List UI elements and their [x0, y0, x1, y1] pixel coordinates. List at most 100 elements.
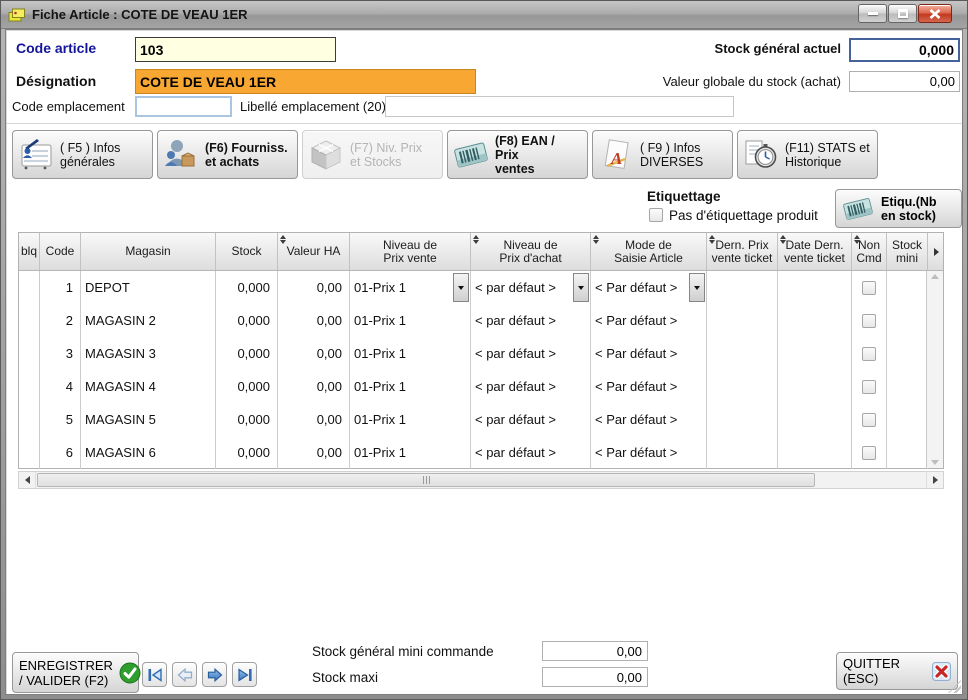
cell-stock-mini — [887, 370, 928, 403]
save-button[interactable]: ENREGISTRER / VALIDER (F2) — [12, 652, 139, 693]
infos-generales-button[interactable]: ( F5 ) Infos générales — [12, 130, 153, 179]
next-record-button[interactable] — [202, 662, 227, 687]
first-record-button[interactable] — [142, 662, 167, 687]
cell-mode-saisie: < Par défaut > — [591, 370, 707, 403]
cell-blq — [19, 271, 40, 304]
col-header-non-cmd[interactable]: Non Cmd — [852, 233, 887, 270]
mini-commande-input[interactable]: 0,00 — [542, 641, 648, 661]
fournisseurs-achats-button[interactable]: (F6) Fourniss. et achats — [157, 130, 298, 179]
sort-icon[interactable] — [280, 235, 286, 244]
etiquettes-button-label: Etiqu.(Nb en stock) — [881, 195, 937, 223]
sort-icon[interactable] — [780, 235, 786, 244]
minimize-button[interactable] — [858, 4, 887, 23]
non-cmd-checkbox[interactable] — [862, 413, 876, 427]
col-header-mode-saisie[interactable]: Mode de Saisie Article — [591, 233, 707, 270]
table-row[interactable]: 4 MAGASIN 4 0,000 0,00 01-Prix 1 < par d… — [19, 370, 943, 403]
scrollbar-thumb[interactable] — [37, 473, 815, 487]
column-scroll-right[interactable] — [928, 233, 945, 270]
last-record-icon — [234, 664, 256, 686]
cell-dern-prix — [707, 304, 778, 337]
col-header-blq[interactable]: blq — [19, 233, 40, 270]
supplier-box-icon — [162, 136, 200, 174]
sort-icon[interactable] — [709, 235, 715, 244]
horizontal-scrollbar[interactable] — [18, 471, 944, 489]
stats-historique-button[interactable]: (F11) STATS et Historique — [737, 130, 878, 179]
vertical-scrollbar[interactable] — [926, 271, 943, 468]
sort-icon[interactable] — [593, 235, 599, 244]
close-button[interactable] — [918, 4, 952, 23]
col-header-stock[interactable]: Stock — [216, 233, 278, 270]
cell-date-dern — [778, 271, 852, 304]
dropdown-button[interactable] — [573, 273, 589, 302]
valeur-globale-label: Valeur globale du stock (achat) — [566, 74, 841, 89]
cell-prix-vente: 01-Prix 1 — [350, 370, 471, 403]
col-header-dern-prix[interactable]: Dern. Prix vente ticket — [707, 233, 778, 270]
col-header-magasin[interactable]: Magasin — [81, 233, 216, 270]
etiquettes-button[interactable]: Etiqu.(Nb en stock) — [835, 189, 962, 228]
col-header-niveau-prix-achat[interactable]: Niveau de Prix d'achat — [471, 233, 591, 270]
libelle-emplacement-input[interactable] — [385, 96, 734, 117]
cell-date-dern — [778, 436, 852, 469]
save-button-label: ENREGISTRER / VALIDER (F2) — [19, 658, 113, 688]
scroll-right-button[interactable] — [926, 472, 943, 488]
previous-record-button[interactable] — [172, 662, 197, 687]
non-cmd-checkbox[interactable] — [862, 380, 876, 394]
col-header-stock-mini[interactable]: Stock mini — [887, 233, 928, 270]
stock-maxi-input[interactable]: 0,00 — [542, 667, 648, 687]
dropdown-button[interactable] — [453, 273, 469, 302]
scroll-right-icon — [933, 476, 938, 484]
cell-magasin: MAGASIN 4 — [81, 370, 216, 403]
non-cmd-checkbox[interactable] — [862, 314, 876, 328]
titlebar[interactable]: Fiche Article : COTE DE VEAU 1ER — [1, 1, 967, 29]
col-header-code[interactable]: Code — [40, 233, 81, 270]
cell-stock: 0,000 — [216, 403, 278, 436]
cell-blq — [19, 337, 40, 370]
notepad-person-icon — [17, 136, 55, 174]
scroll-down-icon[interactable] — [931, 460, 939, 465]
stock-table: blq Code Magasin Stock Valeur HA Niveau … — [18, 232, 944, 469]
cell-date-dern — [778, 337, 852, 370]
cell-stock-mini — [887, 271, 928, 304]
table-row[interactable]: 5 MAGASIN 5 0,000 0,00 01-Prix 1 < par d… — [19, 403, 943, 436]
chevron-down-icon — [578, 286, 584, 290]
last-record-button[interactable] — [232, 662, 257, 687]
next-record-icon — [204, 664, 226, 686]
maximize-button[interactable] — [888, 4, 917, 23]
code-emplacement-input[interactable] — [135, 96, 232, 117]
cell-non-cmd — [852, 337, 887, 370]
col-header-niveau-prix-vente[interactable]: Niveau de Prix vente — [350, 233, 471, 270]
designation-input[interactable]: COTE DE VEAU 1ER — [135, 69, 476, 94]
document-a-icon: A — [597, 136, 635, 174]
scroll-up-icon[interactable] — [931, 274, 939, 279]
cell-dern-prix — [707, 271, 778, 304]
ean-prix-ventes-button[interactable]: (F8) EAN / Prix ventes — [447, 130, 588, 179]
col-header-date-dern[interactable]: Date Dern. vente ticket — [778, 233, 852, 270]
sort-icon[interactable] — [854, 235, 860, 244]
scroll-left-button[interactable] — [19, 472, 36, 488]
table-row[interactable]: 3 MAGASIN 3 0,000 0,00 01-Prix 1 < par d… — [19, 337, 943, 370]
table-row[interactable]: 6 MAGASIN 6 0,000 0,00 01-Prix 1 < par d… — [19, 436, 943, 469]
pas-etiquettage-checkbox[interactable] — [649, 208, 663, 222]
cell-prix-achat: < par défaut > — [471, 271, 591, 304]
green-check-icon — [119, 662, 141, 684]
infos-diverses-button[interactable]: A ( F9 ) Infos DIVERSES — [592, 130, 733, 179]
table-row[interactable]: 1 DEPOT 0,000 0,00 01-Prix 1 < par défau… — [19, 271, 943, 304]
stats-historique-label: (F11) STATS et Historique — [785, 141, 873, 169]
dropdown-button[interactable] — [689, 273, 705, 302]
cell-magasin: MAGASIN 6 — [81, 436, 216, 469]
chevron-down-icon — [458, 286, 464, 290]
cell-blq — [19, 436, 40, 469]
code-article-input[interactable]: 103 — [135, 37, 336, 62]
cell-non-cmd — [852, 370, 887, 403]
cell-magasin: MAGASIN 3 — [81, 337, 216, 370]
cell-magasin: DEPOT — [81, 271, 216, 304]
col-header-valeur-ha[interactable]: Valeur HA — [278, 233, 350, 270]
table-row[interactable]: 2 MAGASIN 2 0,000 0,00 01-Prix 1 < par d… — [19, 304, 943, 337]
quit-button[interactable]: QUITTER (ESC) — [836, 652, 958, 690]
sort-icon[interactable] — [473, 235, 479, 244]
non-cmd-checkbox[interactable] — [862, 347, 876, 361]
minimize-icon — [868, 12, 878, 15]
non-cmd-checkbox[interactable] — [862, 281, 876, 295]
non-cmd-checkbox[interactable] — [862, 446, 876, 460]
designation-label: Désignation — [16, 73, 96, 89]
